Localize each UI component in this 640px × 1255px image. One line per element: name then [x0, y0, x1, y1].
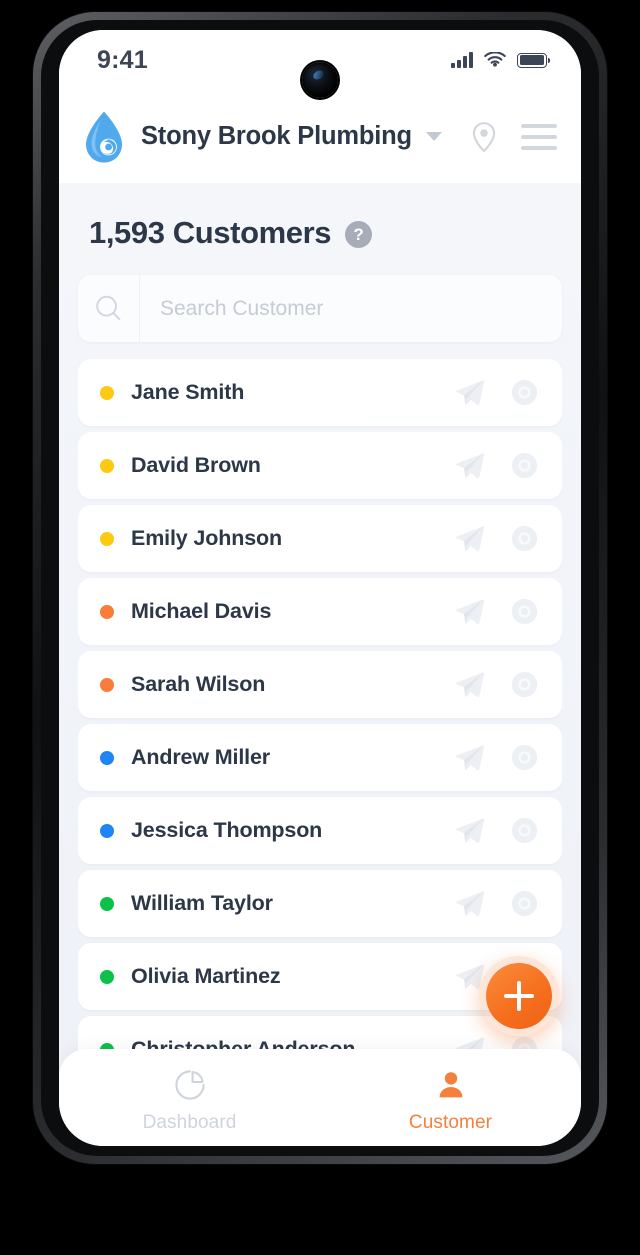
customer-row[interactable]: Andrew Miller: [78, 724, 562, 791]
customer-name: Michael Davis: [131, 599, 272, 623]
search-icon-box: [78, 275, 140, 342]
send-paper-plane-icon[interactable]: [453, 668, 487, 702]
app-header: Stony Brook Plumbing: [59, 90, 581, 183]
status-dot-yellow: [100, 385, 114, 400]
search-input[interactable]: [140, 275, 562, 342]
eye-view-icon[interactable]: [509, 888, 540, 919]
help-icon[interactable]: ?: [345, 221, 373, 248]
search-icon: [96, 295, 121, 321]
status-bar-time: 9:41: [97, 45, 148, 74]
status-dot-orange: [100, 604, 114, 619]
pie-chart-icon: [174, 1069, 205, 1100]
status-dot-yellow: [100, 458, 114, 473]
status-dot-yellow: [100, 531, 114, 546]
eye-view-icon[interactable]: [509, 815, 540, 846]
eye-view-icon[interactable]: [509, 596, 540, 627]
send-paper-plane-icon[interactable]: [453, 595, 487, 629]
customer-name: Andrew Miller: [131, 745, 271, 769]
customer-row[interactable]: David Brown: [78, 432, 562, 499]
location-pin-icon[interactable]: [467, 120, 501, 154]
send-paper-plane-icon[interactable]: [453, 376, 487, 410]
nav-item-customer[interactable]: Customer: [320, 1062, 581, 1134]
customer-name: Emily Johnson: [131, 526, 282, 550]
water-droplet-logo: [86, 111, 122, 162]
send-paper-plane-icon[interactable]: [453, 887, 487, 921]
eye-view-icon[interactable]: [509, 450, 540, 481]
customer-row[interactable]: Jane Smith: [78, 359, 562, 426]
battery-icon: [517, 52, 550, 68]
front-camera-icon: [302, 62, 338, 98]
customer-name: Jessica Thompson: [131, 818, 323, 842]
customer-row[interactable]: Jessica Thompson: [78, 797, 562, 864]
nav-item-dashboard[interactable]: Dashboard: [59, 1062, 320, 1134]
status-dot-blue: [100, 823, 114, 838]
customer-row[interactable]: Michael Davis: [78, 578, 562, 645]
plus-icon-vertical: [517, 981, 521, 1011]
page-title-row: 1,593 Customers ?: [78, 183, 562, 251]
hamburger-menu-icon[interactable]: [521, 123, 557, 150]
status-dot-blue: [100, 750, 114, 765]
main-content: 1,593 Customers ? Jane Smith David Brown E…: [59, 183, 581, 1146]
customer-name: William Taylor: [131, 891, 273, 915]
search-bar[interactable]: [78, 275, 562, 342]
customer-row[interactable]: Emily Johnson: [78, 505, 562, 572]
add-customer-fab[interactable]: [479, 956, 559, 1036]
customer-name: David Brown: [131, 453, 261, 477]
screenshot-stage: 9:41 Stony Brook Plumbing 1,593 Customer…: [0, 0, 640, 1255]
customer-row[interactable]: William Taylor: [78, 870, 562, 937]
status-bar-indicators: [451, 51, 550, 69]
eye-view-icon[interactable]: [509, 523, 540, 554]
eye-view-icon[interactable]: [509, 742, 540, 773]
company-name: Stony Brook Plumbing: [141, 122, 412, 150]
signal-bars-icon: [451, 52, 473, 68]
status-dot-green: [100, 896, 114, 911]
wifi-icon: [484, 51, 506, 67]
customer-name: Sarah Wilson: [131, 672, 266, 696]
customer-row[interactable]: Sarah Wilson: [78, 651, 562, 718]
send-paper-plane-icon[interactable]: [453, 814, 487, 848]
eye-view-icon[interactable]: [509, 377, 540, 408]
nav-label-customer: Customer: [408, 1111, 493, 1133]
person-icon: [439, 1071, 462, 1097]
page-title: 1,593 Customers: [89, 215, 332, 250]
send-paper-plane-icon[interactable]: [453, 741, 487, 775]
nav-label-dashboard: Dashboard: [142, 1111, 237, 1133]
chevron-down-icon[interactable]: [425, 132, 442, 141]
phone-screen: 9:41 Stony Brook Plumbing 1,593 Customer…: [59, 30, 581, 1146]
customer-name: Jane Smith: [131, 380, 245, 404]
send-paper-plane-icon[interactable]: [453, 522, 487, 556]
status-dot-green: [100, 969, 114, 984]
send-paper-plane-icon[interactable]: [453, 449, 487, 483]
customer-name: Olivia Martinez: [131, 964, 281, 988]
bottom-navigation: Dashboard Customer: [59, 1049, 581, 1146]
eye-view-icon[interactable]: [509, 669, 540, 700]
status-dot-orange: [100, 677, 114, 692]
